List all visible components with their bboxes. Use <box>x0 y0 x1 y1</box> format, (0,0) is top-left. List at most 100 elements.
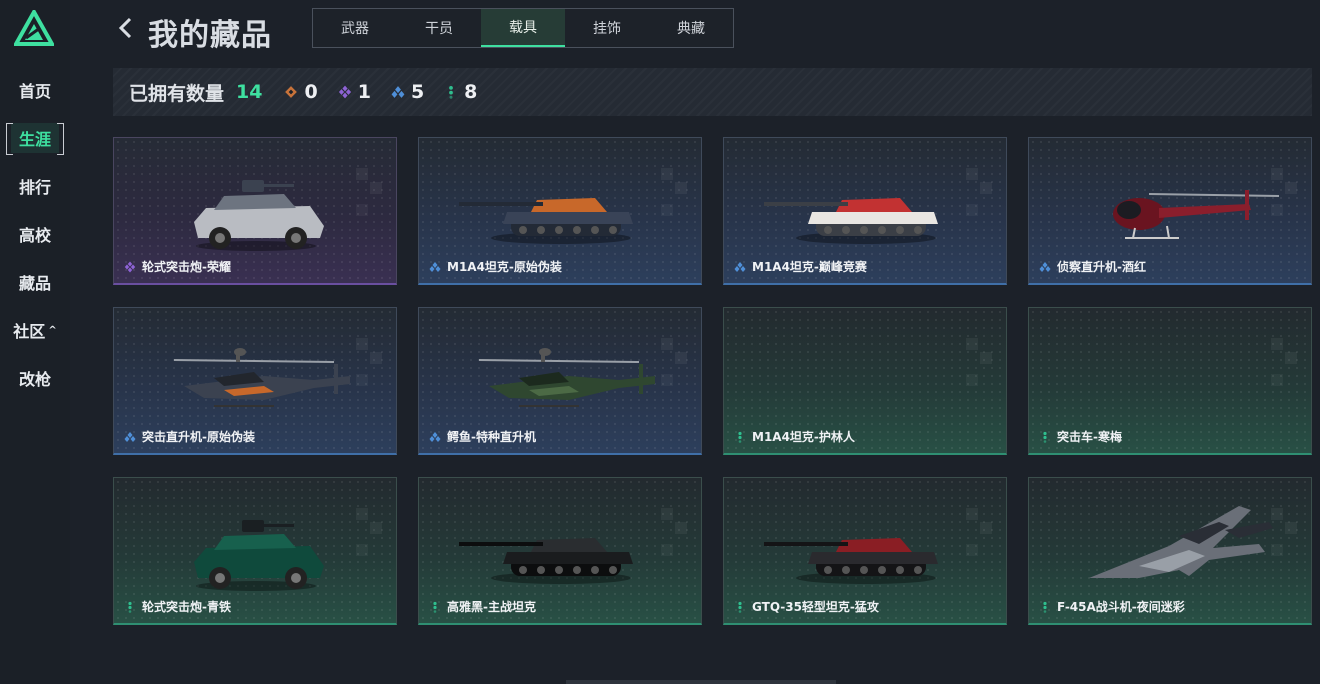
vehicle-image <box>478 348 655 407</box>
tier-count: 1 <box>357 81 371 103</box>
green-dots-icon <box>1043 431 1047 443</box>
sidebar-item-2[interactable]: 排行 <box>0 162 70 210</box>
vehicle-image <box>459 198 633 244</box>
collection-card[interactable]: 轮式突击炮-青铁 <box>113 477 397 625</box>
sidebar-item-4[interactable]: 藏品 <box>0 258 70 306</box>
item-name: 高雅黑-主战坦克 <box>447 600 536 614</box>
owned-count-bar: 已拥有数量 14 0 1 5 8 <box>113 68 1312 116</box>
green-dots-icon <box>738 601 742 613</box>
tab-3[interactable]: 挂饰 <box>565 9 649 47</box>
card-label: 鳄鱼-特种直升机 <box>429 428 536 445</box>
tier-orange: 0 <box>284 81 318 103</box>
blue-diamond-icon <box>1039 261 1051 272</box>
card-label: M1A4坦克-护林人 <box>734 428 855 445</box>
blue-diamond-icon <box>429 431 441 442</box>
chevron-up-icon: ^ <box>48 324 57 336</box>
item-name: GTQ-35轻型坦克-猛攻 <box>752 600 879 614</box>
owned-count-label: 已拥有数量 <box>129 82 225 105</box>
sidebar-item-5[interactable]: 社区 ^ <box>0 306 70 354</box>
collection-card[interactable]: 突击直升机-原始伪装 <box>113 307 397 455</box>
sidebar-item-3[interactable]: 高校 <box>0 210 70 258</box>
category-tabs: 武器 干员 载具 挂饰 典藏 <box>312 8 734 48</box>
item-name: M1A4坦克-原始伪装 <box>447 260 562 274</box>
green-dots-icon <box>128 601 132 613</box>
collection-card[interactable]: M1A4坦克-巅峰竞赛 <box>723 137 1007 285</box>
tier-count: 0 <box>304 81 318 103</box>
scroll-indicator[interactable] <box>566 680 836 684</box>
card-label: F-45A战斗机-夜间迷彩 <box>1039 598 1185 615</box>
blue-diamond-icon <box>391 86 405 98</box>
collection-card[interactable]: M1A4坦克-原始伪装 <box>418 137 702 285</box>
green-dots-icon <box>738 431 742 443</box>
card-decoration <box>966 338 996 398</box>
vehicle-image <box>194 520 324 591</box>
collection-card[interactable]: 高雅黑-主战坦克 <box>418 477 702 625</box>
vehicle-image <box>173 348 350 407</box>
card-label: 突击直升机-原始伪装 <box>124 428 255 445</box>
card-label: 突击车-寒梅 <box>1039 428 1122 445</box>
green-dots-icon <box>433 601 437 613</box>
item-name: F-45A战斗机-夜间迷彩 <box>1057 600 1185 614</box>
tier-count: 8 <box>464 81 478 103</box>
collection-card[interactable]: 轮式突击炮-荣耀 <box>113 137 397 285</box>
sidebar-item-label: 社区 <box>13 322 46 341</box>
item-name: 轮式突击炮-荣耀 <box>142 260 231 274</box>
tier-blue: 5 <box>391 81 424 103</box>
vehicle-image <box>1113 190 1280 239</box>
tab-1[interactable]: 干员 <box>397 9 481 47</box>
page-title: 我的藏品 <box>148 18 272 53</box>
card-label: 轮式突击炮-荣耀 <box>124 258 231 275</box>
card-label: GTQ-35轻型坦克-猛攻 <box>734 598 879 615</box>
rarity-tier-counts: 0 1 5 8 <box>284 81 497 103</box>
card-label: 侦察直升机-酒红 <box>1039 258 1146 275</box>
sidebar-item-1[interactable]: 生涯 <box>0 114 70 162</box>
orange-diamond-icon <box>285 86 298 98</box>
sidebar-item-label: 生涯 <box>5 123 65 155</box>
item-name: 轮式突击炮-青铁 <box>142 600 231 614</box>
collection-grid: 轮式突击炮-荣耀 M1A4坦克-原始伪装 M1A4坦克-巅峰竞赛 侦察直升机-酒… <box>113 137 1312 625</box>
tier-purple: 1 <box>338 81 371 103</box>
collection-card[interactable]: GTQ-35轻型坦克-猛攻 <box>723 477 1007 625</box>
green-dots-icon <box>1043 601 1047 613</box>
tab-2[interactable]: 载具 <box>481 9 565 47</box>
card-label: M1A4坦克-巅峰竞赛 <box>734 258 867 275</box>
sidebar-item-label: 首页 <box>18 82 51 101</box>
tab-4[interactable]: 典藏 <box>649 9 733 47</box>
item-name: M1A4坦克-护林人 <box>752 430 855 444</box>
item-name: 突击车-寒梅 <box>1057 430 1122 444</box>
item-name: M1A4坦克-巅峰竞赛 <box>752 260 867 274</box>
tier-green: 8 <box>444 81 477 103</box>
collection-card[interactable]: 突击车-寒梅 <box>1028 307 1312 455</box>
sidebar-item-0[interactable]: 首页 <box>0 66 70 114</box>
sidebar-item-6[interactable]: 改枪 <box>0 354 70 402</box>
vehicle-image <box>1089 506 1273 578</box>
item-name: 鳄鱼-特种直升机 <box>447 430 536 444</box>
sidebar-item-label: 排行 <box>18 178 51 197</box>
collection-card[interactable]: 鳄鱼-特种直升机 <box>418 307 702 455</box>
card-label: 高雅黑-主战坦克 <box>429 598 536 615</box>
sidebar-nav: 首页生涯排行高校藏品社区 ^ 改枪 <box>0 66 70 402</box>
tab-0[interactable]: 武器 <box>313 9 397 47</box>
item-name: 侦察直升机-酒红 <box>1057 260 1146 274</box>
sidebar-item-label: 藏品 <box>18 274 51 293</box>
card-label: M1A4坦克-原始伪装 <box>429 258 562 275</box>
sidebar: 首页生涯排行高校藏品社区 ^ 改枪 <box>0 0 70 684</box>
purple-diamond-icon <box>124 261 136 272</box>
app-logo-icon[interactable] <box>14 10 54 46</box>
vehicle-image <box>764 538 938 584</box>
purple-diamond-icon <box>338 85 351 99</box>
item-name: 突击直升机-原始伪装 <box>142 430 255 444</box>
owned-count-total: 14 <box>236 81 263 103</box>
vehicle-image <box>459 538 633 584</box>
collection-card[interactable]: 侦察直升机-酒红 <box>1028 137 1312 285</box>
blue-diamond-icon <box>124 431 136 442</box>
card-label: 轮式突击炮-青铁 <box>124 598 231 615</box>
back-arrow-icon[interactable] <box>116 16 136 40</box>
collection-card[interactable]: M1A4坦克-护林人 <box>723 307 1007 455</box>
sidebar-item-label: 高校 <box>18 226 51 245</box>
vehicle-image <box>764 198 938 244</box>
green-dots-icon <box>449 86 454 99</box>
blue-diamond-icon <box>429 261 441 272</box>
collection-card[interactable]: F-45A战斗机-夜间迷彩 <box>1028 477 1312 625</box>
sidebar-item-label: 改枪 <box>18 370 51 389</box>
